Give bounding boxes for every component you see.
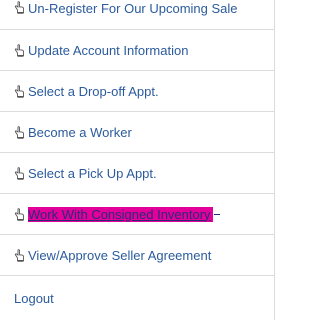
menu-item-unregister-sale[interactable]: Un-Register For Our Upcoming Sale [0, 0, 275, 30]
menu-item-label: Work With Consigned Inventory [28, 206, 213, 222]
menu-item-consigned-inventory[interactable]: Work With Consigned Inventory [0, 194, 275, 235]
pointing-hand-icon [14, 84, 25, 98]
pointing-hand-icon [14, 207, 25, 221]
menu-item-select-pickup[interactable]: Select a Pick Up Appt. [0, 153, 275, 194]
logout-link: Logout [14, 290, 54, 306]
menu-item-seller-agreement[interactable]: View/Approve Seller Agreement [0, 235, 275, 276]
menu-item-become-worker[interactable]: Become a Worker [0, 112, 275, 153]
menu-item-label: Select a Pick Up Appt. [28, 165, 157, 181]
pointing-hand-icon [14, 43, 25, 57]
underline-tail [213, 213, 220, 215]
menu-item-label: View/Approve Seller Agreement [28, 247, 212, 263]
menu-item-update-account[interactable]: Update Account Information [0, 30, 275, 71]
menu-item-label: Select a Drop-off Appt. [28, 83, 159, 99]
menu-item-logout[interactable]: Logout [0, 276, 275, 320]
menu-item-label: Un-Register For Our Upcoming Sale [28, 1, 238, 16]
pointing-hand-icon [14, 1, 25, 14]
menu-item-select-dropoff[interactable]: Select a Drop-off Appt. [0, 71, 275, 112]
menu-item-label: Update Account Information [28, 42, 189, 58]
account-menu: Un-Register For Our Upcoming Sale Update… [0, 0, 275, 320]
menu-item-label: Become a Worker [28, 124, 132, 140]
pointing-hand-icon [14, 166, 25, 180]
pointing-hand-icon [14, 125, 25, 139]
pointing-hand-icon [14, 248, 25, 262]
